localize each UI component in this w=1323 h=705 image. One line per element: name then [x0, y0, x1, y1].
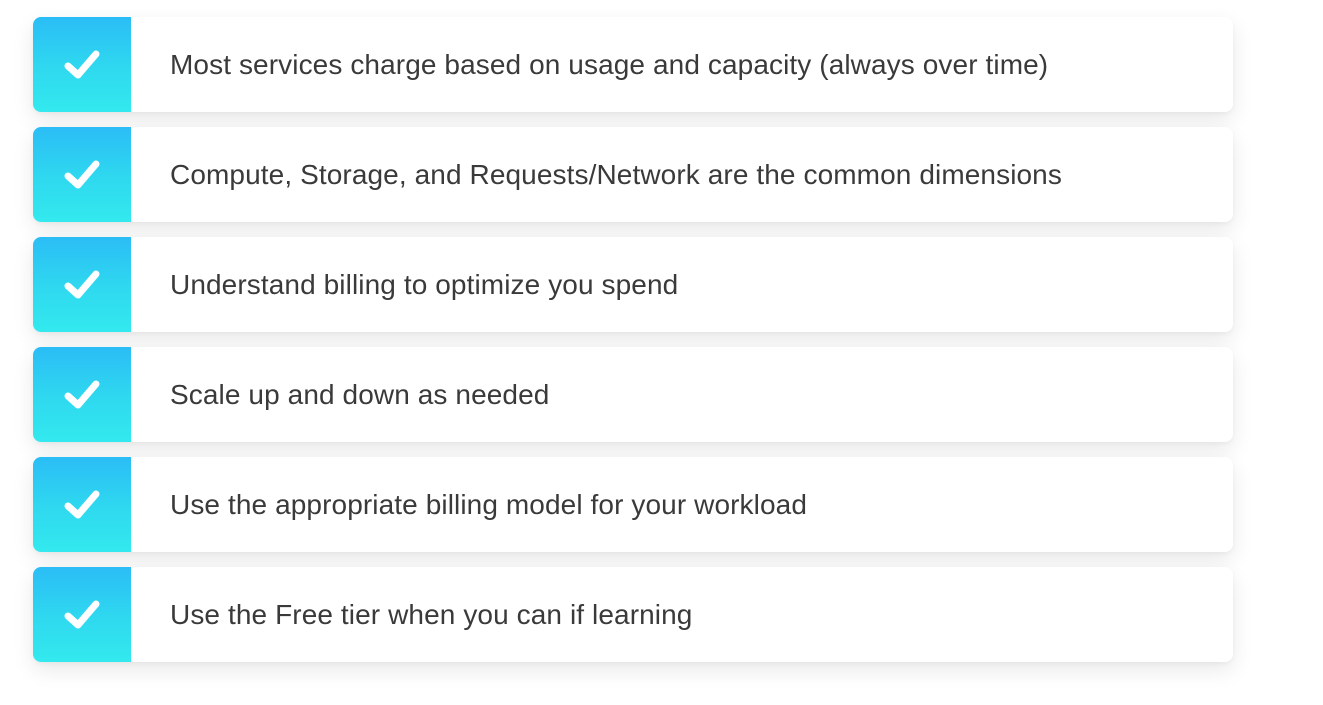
checklist-item-label: Use the appropriate billing model for yo…: [170, 489, 807, 520]
check-badge: [33, 457, 131, 552]
checklist-item: Scale up and down as needed: [33, 347, 1233, 442]
check-badge: [33, 237, 131, 332]
checklist-item: Compute, Storage, and Requests/Network a…: [33, 127, 1233, 222]
check-badge: [33, 17, 131, 112]
checkmark-icon: [64, 270, 100, 298]
checkmark-icon: [64, 50, 100, 78]
checkmark-icon: [64, 160, 100, 188]
checklist-item-label: Use the Free tier when you can if learni…: [170, 599, 693, 630]
checkmark-icon: [64, 490, 100, 518]
checklist-item: Understand billing to optimize you spend: [33, 237, 1233, 332]
checklist-item-label: Scale up and down as needed: [170, 379, 550, 410]
checklist-item-label: Compute, Storage, and Requests/Network a…: [170, 159, 1062, 190]
checklist: Most services charge based on usage and …: [33, 17, 1233, 677]
checklist-item: Most services charge based on usage and …: [33, 17, 1233, 112]
checklist-item-label: Understand billing to optimize you spend: [170, 269, 679, 300]
checkmark-icon: [64, 600, 100, 628]
check-badge: [33, 567, 131, 662]
check-badge: [33, 347, 131, 442]
checklist-item-label: Most services charge based on usage and …: [170, 49, 1049, 80]
checkmark-icon: [64, 380, 100, 408]
checklist-item: Use the Free tier when you can if learni…: [33, 567, 1233, 662]
check-badge: [33, 127, 131, 222]
checklist-item: Use the appropriate billing model for yo…: [33, 457, 1233, 552]
